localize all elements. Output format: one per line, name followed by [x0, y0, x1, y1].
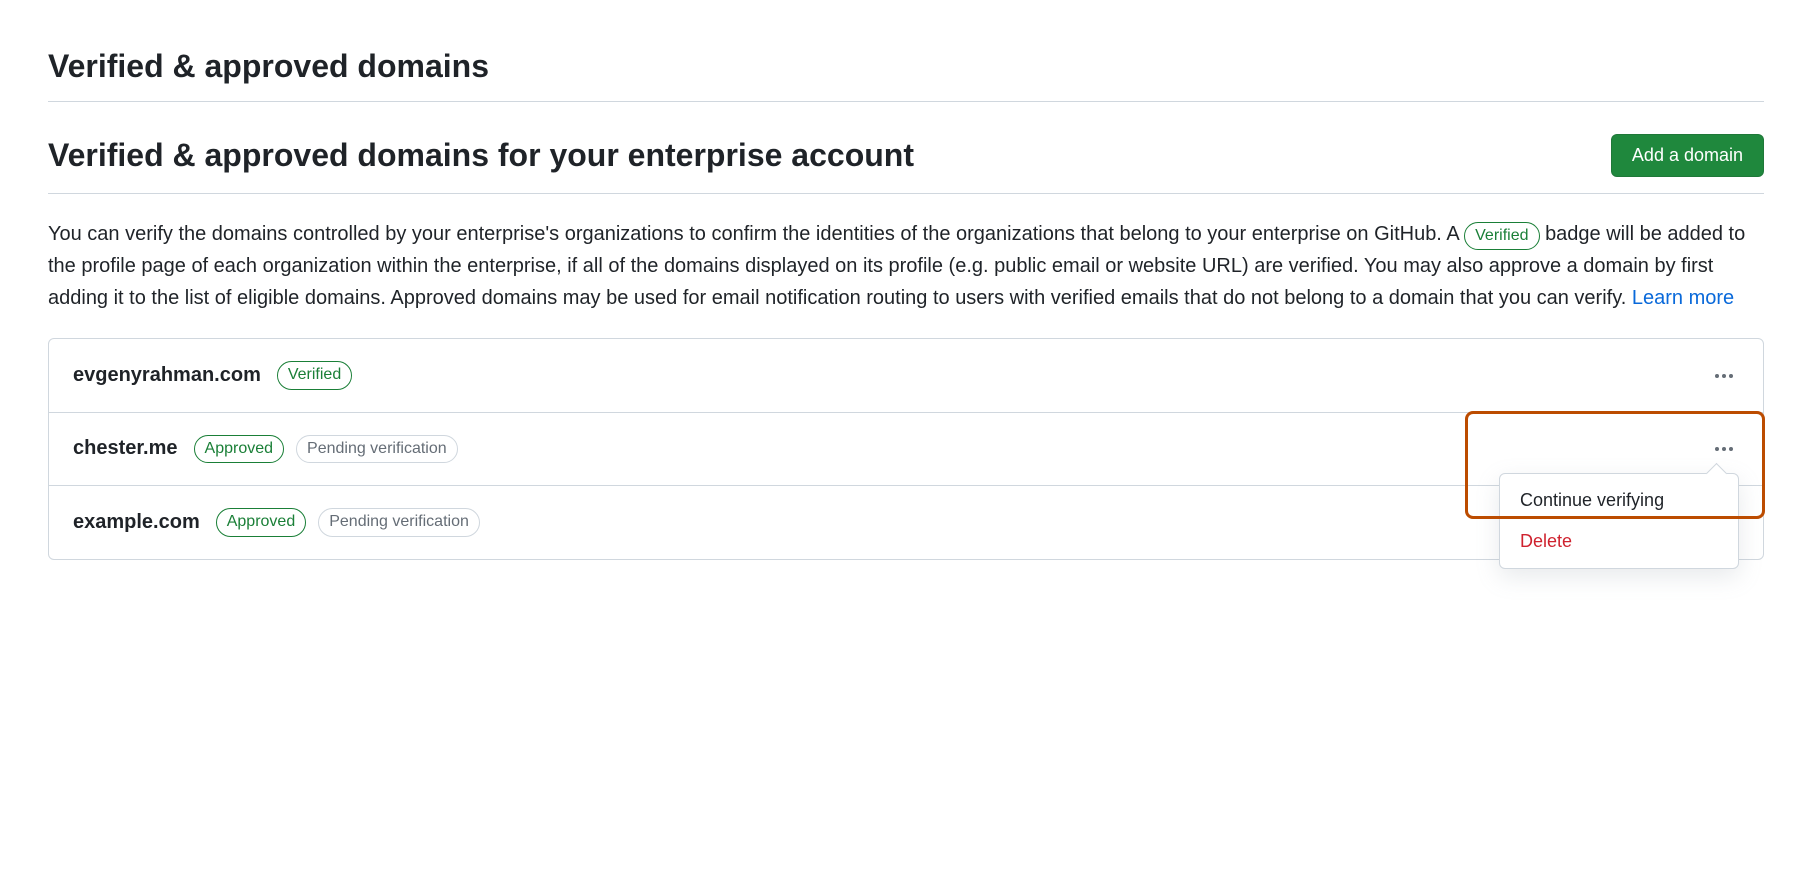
approved-badge: Approved: [216, 508, 307, 536]
kebab-icon: [1722, 447, 1726, 451]
domain-row: evgenyrahman.com Verified: [49, 339, 1763, 412]
verified-badge-inline: Verified: [1464, 222, 1539, 250]
add-domain-button[interactable]: Add a domain: [1611, 134, 1764, 177]
section-title: Verified & approved domains for your ent…: [48, 137, 914, 174]
description-part1: You can verify the domains controlled by…: [48, 223, 1464, 245]
kebab-icon: [1722, 374, 1726, 378]
learn-more-link[interactable]: Learn more: [1632, 287, 1734, 309]
section-header: Verified & approved domains for your ent…: [48, 134, 1764, 194]
kebab-icon: [1715, 374, 1719, 378]
domain-row-left: evgenyrahman.com Verified: [73, 361, 352, 389]
description-text: You can verify the domains controlled by…: [48, 218, 1764, 314]
approved-badge: Approved: [194, 435, 285, 463]
domain-name: evgenyrahman.com: [73, 364, 261, 387]
dropdown-menu: Continue verifying Delete: [1499, 473, 1739, 569]
continue-verifying-menu-item[interactable]: Continue verifying: [1500, 480, 1738, 521]
domain-name: example.com: [73, 511, 200, 534]
domain-row-left: example.com Approved Pending verificatio…: [73, 508, 480, 536]
domain-name: chester.me: [73, 437, 178, 460]
kebab-menu-button[interactable]: [1709, 441, 1739, 457]
domain-row-left: chester.me Approved Pending verification: [73, 435, 458, 463]
page-title: Verified & approved domains: [48, 48, 1764, 102]
kebab-icon: [1729, 447, 1733, 451]
kebab-icon: [1715, 447, 1719, 451]
domain-list: evgenyrahman.com Verified chester.me App…: [48, 338, 1764, 559]
verified-badge: Verified: [277, 361, 352, 389]
pending-verification-badge: Pending verification: [318, 508, 480, 536]
kebab-menu-button[interactable]: [1709, 368, 1739, 384]
delete-menu-item[interactable]: Delete: [1500, 521, 1738, 562]
kebab-icon: [1729, 374, 1733, 378]
pending-verification-badge: Pending verification: [296, 435, 458, 463]
domain-row: chester.me Approved Pending verification…: [49, 413, 1763, 486]
